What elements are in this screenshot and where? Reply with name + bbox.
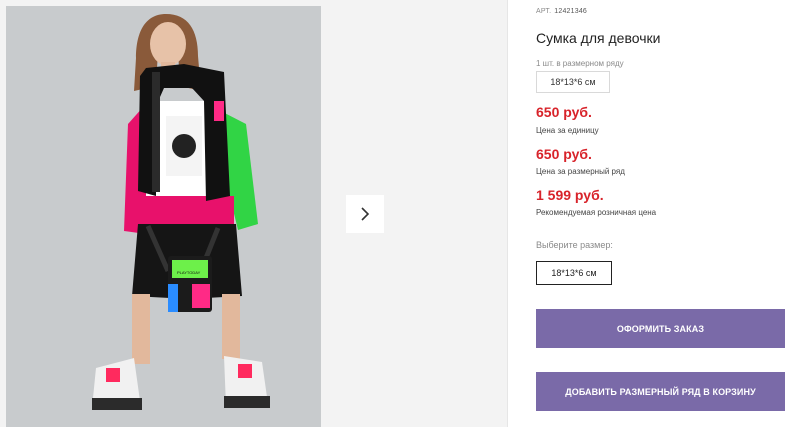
- article-label: АРТ.: [536, 8, 552, 15]
- model-illustration: PLAYTODAY: [6, 6, 321, 427]
- quantity-in-row: 1 шт. в размерном ряду: [536, 59, 624, 68]
- product-gallery: PLAYTODAY: [0, 0, 507, 427]
- unit-price: 650 руб.: [536, 104, 592, 120]
- size-picker-label: Выберите размер:: [536, 240, 613, 250]
- chevron-right-icon: [361, 207, 370, 221]
- size-option-selected[interactable]: 18*13*6 см: [536, 261, 612, 285]
- retail-price: 1 599 руб.: [536, 187, 604, 203]
- product-photo: PLAYTODAY: [6, 6, 321, 427]
- panel-divider: [507, 0, 508, 427]
- next-image-button[interactable]: [346, 195, 384, 233]
- size-chip: 18*13*6 см: [536, 71, 610, 93]
- article-number: АРТ. 12421346: [536, 8, 587, 15]
- place-order-button[interactable]: ОФОРМИТЬ ЗАКАЗ: [536, 309, 785, 348]
- product-title: Сумка для девочки: [536, 30, 661, 46]
- row-price: 650 руб.: [536, 146, 592, 162]
- row-price-label: Цена за размерный ряд: [536, 167, 625, 176]
- retail-price-label: Рекомендуемая розничная цена: [536, 208, 657, 217]
- article-value: 12421346: [554, 8, 588, 15]
- add-row-to-cart-button[interactable]: ДОБАВИТЬ РАЗМЕРНЫЙ РЯД В КОРЗИНУ: [536, 372, 785, 411]
- bag-print: PLAYTODAY: [177, 270, 201, 275]
- unit-price-label: Цена за единицу: [536, 126, 599, 135]
